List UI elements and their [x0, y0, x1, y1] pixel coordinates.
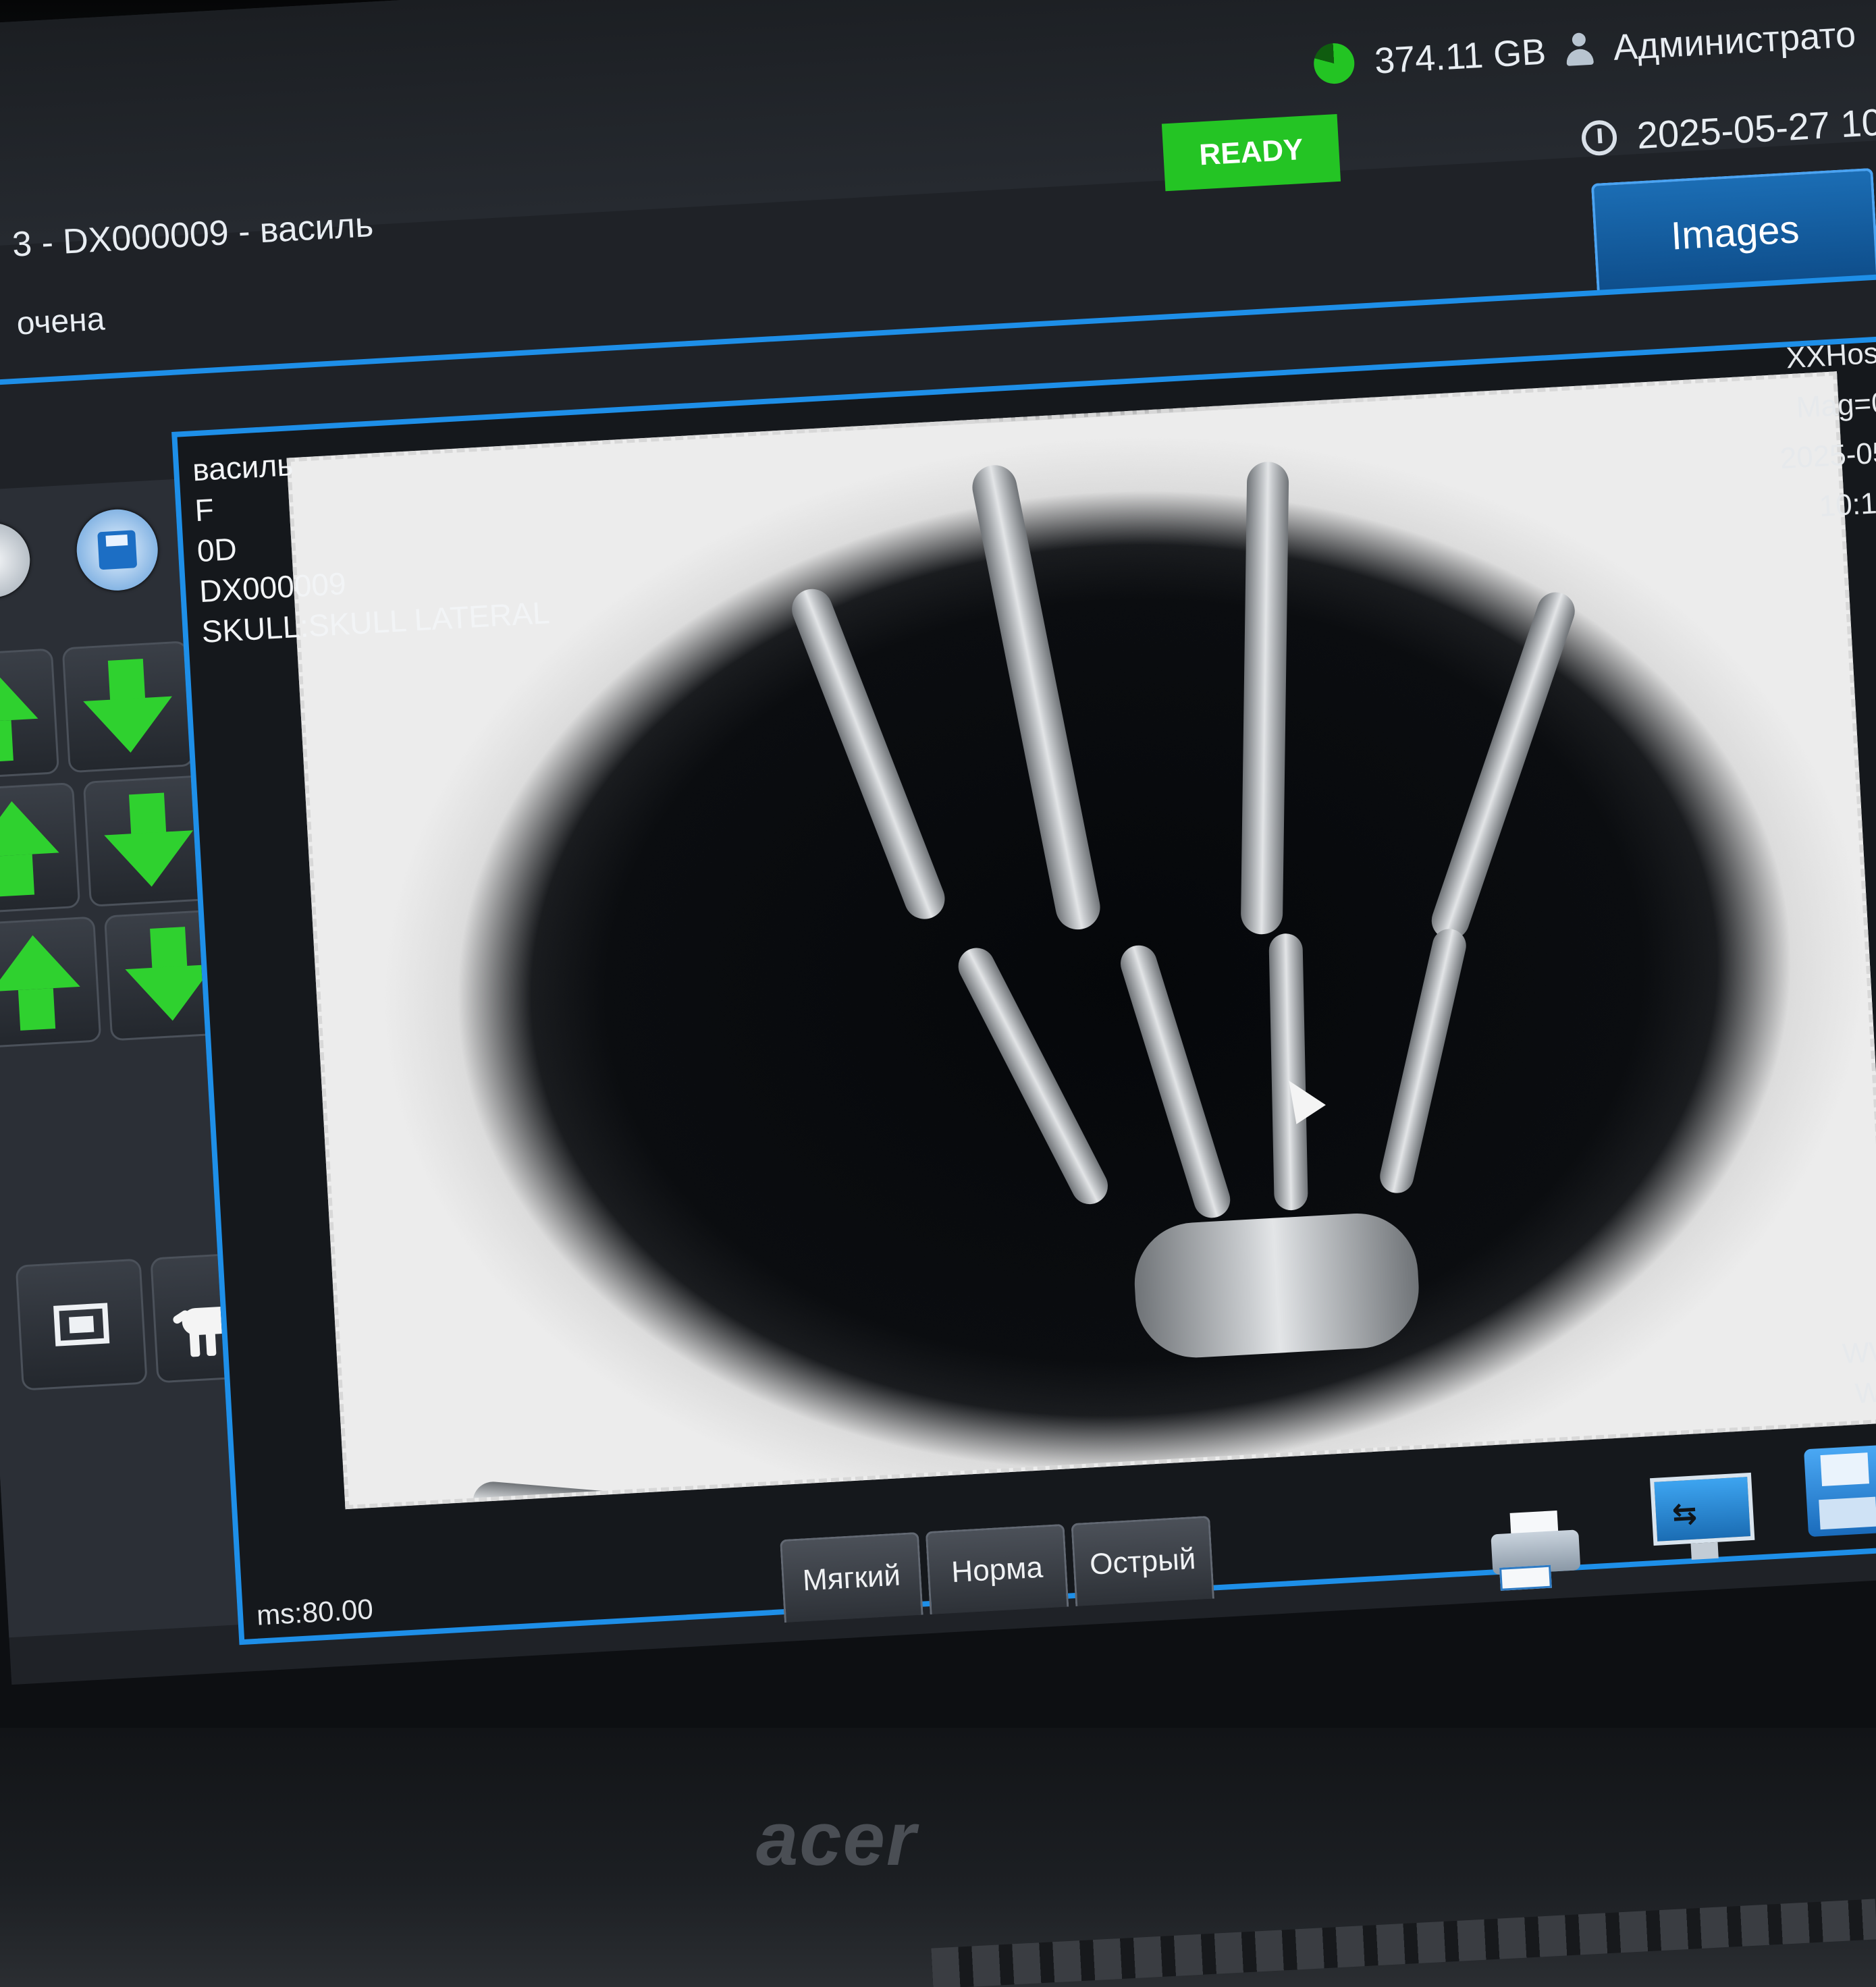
- exposure-ms: ms:80.00: [255, 1593, 374, 1631]
- image-viewer[interactable]: василь F 0D DX000009 SKULL:SKULL LATERAL…: [171, 333, 1876, 1645]
- filter-sharp-button[interactable]: Острый: [1071, 1515, 1214, 1607]
- frame-button[interactable]: [15, 1258, 148, 1391]
- application-screen: 3 - DX000009 - василь очена READY 374.11…: [0, 0, 1876, 1685]
- arrow-up-button[interactable]: [0, 648, 60, 781]
- save-button[interactable]: [74, 507, 160, 593]
- printer-icon[interactable]: [1490, 1509, 1582, 1591]
- hospital-name: XXHospita: [1785, 333, 1876, 375]
- bone: [1376, 925, 1470, 1197]
- pie-chart-icon: [1312, 42, 1356, 85]
- bone: [1426, 587, 1580, 945]
- photo-stage: 3 - DX000009 - василь очена READY 374.11…: [0, 0, 1876, 1987]
- bone: [471, 1479, 946, 1510]
- user-icon: [1565, 32, 1594, 67]
- save-icon[interactable]: [1803, 1444, 1876, 1537]
- patient-info: василь F 0D DX000009 SKULL:SKULL LATERAL: [192, 431, 551, 652]
- tab-images[interactable]: Images: [1590, 167, 1876, 294]
- arrow-up-button[interactable]: [0, 782, 81, 915]
- filter-buttons: Мягкий Норма Острый: [780, 1515, 1214, 1623]
- bone: [968, 461, 1104, 933]
- status-label: очена: [16, 301, 106, 342]
- image-meta: XXHospita Mag=0.33 2025-05-27 10:15:32: [1773, 326, 1876, 534]
- laptop-brand-logo: acer: [756, 1797, 917, 1881]
- image-date: 2025-05-27: [1779, 433, 1876, 476]
- arrow-down-button[interactable]: [61, 641, 194, 773]
- bone: [952, 942, 1115, 1211]
- frame-icon: [53, 1303, 110, 1346]
- bone: [786, 582, 951, 925]
- clock-icon: [1580, 119, 1618, 157]
- round-button[interactable]: [0, 521, 32, 600]
- bone: [1116, 940, 1235, 1223]
- ready-badge: READY: [1161, 113, 1341, 192]
- arrow-up-button[interactable]: [0, 916, 102, 1049]
- bone: [1240, 461, 1289, 935]
- monitor-swap-icon[interactable]: ⇆: [1650, 1472, 1756, 1566]
- magnification: Mag=0.33: [1795, 383, 1876, 425]
- window-level: WW:24861 WL:13085: [1842, 1326, 1876, 1415]
- filter-soft-button[interactable]: Мягкий: [780, 1531, 923, 1623]
- save-icon: [97, 530, 138, 570]
- bone: [1131, 1210, 1422, 1361]
- filter-normal-button[interactable]: Норма: [925, 1523, 1069, 1615]
- image-time: 10:15:32: [1818, 483, 1876, 523]
- window-width-value: WW:24861: [1841, 1330, 1876, 1369]
